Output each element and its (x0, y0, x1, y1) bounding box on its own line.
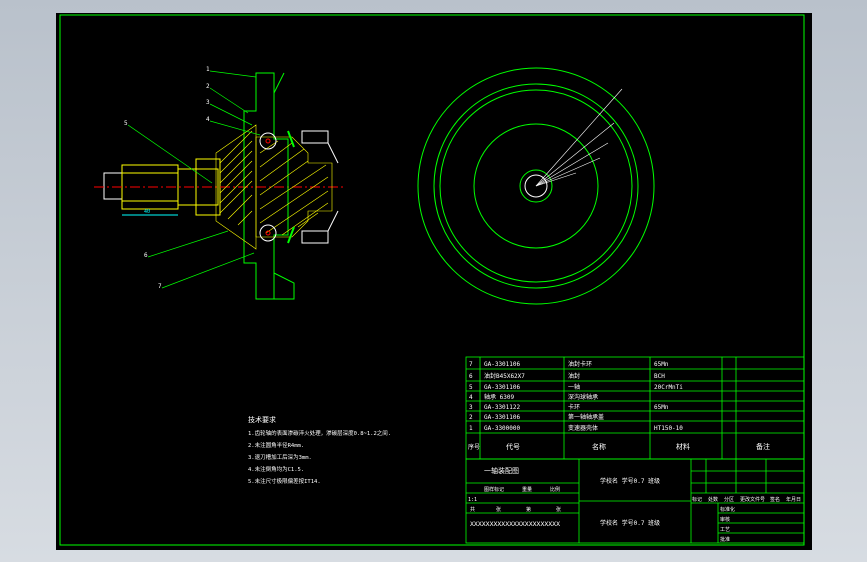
row3-code: GA-3301122 (484, 404, 521, 411)
sheet-outer-border (59, 14, 805, 546)
row2-code: GA-3301106 (484, 414, 521, 421)
balloon-6: 6 (144, 252, 148, 259)
balloon-1: 1 (206, 66, 210, 73)
left-cell-2: 处数 (708, 496, 718, 503)
tech-notes: 技术要求 1.齿轮轴的表面渗碳淬火处理，渗碳层深度0.8~1.2之间. 2.未注… (248, 415, 391, 485)
row5-material: 20CrMnTi (654, 384, 683, 391)
section-view: 40 (94, 70, 346, 300)
designer-line-1: 学校名 学号0.7 班级 (600, 477, 660, 485)
left-cell-6: 年月日 (786, 496, 801, 503)
ratio-value: 1:1 (468, 497, 477, 503)
parts-table-text: 7 GA-3301106 油封卡环 65Mn 6 油封B45X62X7 油封 B… (468, 360, 770, 451)
row5-no: 5 (469, 384, 473, 391)
tech-note-4: 4.未注倒角均为C1.5. (248, 465, 304, 473)
row7-name: 油封卡环 (568, 360, 592, 368)
header-remark: 备注 (756, 442, 770, 451)
sheet-label-3: 第 (526, 506, 531, 513)
sheet-label-4: 张 (556, 506, 561, 513)
row5-name: 一轴 (568, 383, 580, 391)
oil-seal-top (301, 130, 329, 144)
row7-material: 65Mn (654, 361, 669, 368)
left-cell-1: 标记 (692, 496, 702, 503)
row6-name: 油封 (568, 372, 580, 380)
row7-code: GA-3301106 (484, 361, 521, 368)
header-no: 序号 (468, 443, 480, 451)
balloon-4: 4 (206, 116, 210, 123)
small-header-1: 图样标记 (484, 486, 504, 493)
row5-code: GA-3301106 (484, 384, 521, 391)
row7-no: 7 (469, 361, 473, 368)
bearing-ball-top (259, 132, 277, 150)
balloon-3: 3 (206, 99, 210, 106)
row6-material: BCH (654, 373, 665, 380)
tech-note-5: 5.未注尺寸极限偏差按IT14. (248, 477, 321, 485)
end-view (417, 67, 655, 305)
leader-lines (127, 70, 261, 289)
svg-text:40: 40 (144, 209, 150, 215)
row3-no: 3 (469, 404, 473, 411)
end-view-dimensions (535, 88, 623, 187)
housing-flange (243, 72, 289, 300)
title-block-text: 一轴装配图 学校名 学号0.7 班级 学校名 学号0.7 班级 图样标记 重量 … (468, 466, 801, 543)
designer-line-2: 学校名 学号0.7 班级 (600, 519, 660, 527)
bearing-ball-bottom (259, 224, 277, 242)
row3-name: 卡环 (568, 403, 580, 411)
row1-material: HT150-10 (654, 425, 683, 432)
tech-note-1: 1.齿轮轴的表面渗碳淬火处理，渗碳层深度0.8~1.2之间. (248, 429, 391, 437)
right-label-4: 批准 (720, 536, 730, 543)
tech-note-2: 2.未注圆角半径R4mm. (248, 441, 304, 449)
row2-name: 第一轴轴承盖 (568, 413, 604, 421)
row6-code: 油封B45X62X7 (484, 372, 525, 380)
tech-notes-title: 技术要求 (248, 415, 276, 424)
drawing-name: 一轴装配图 (484, 466, 519, 475)
balloon-5: 5 (124, 120, 128, 127)
tech-note-3: 3.退刀槽加工后深为3mm. (248, 453, 312, 461)
sheet-label-2: 张 (496, 506, 501, 513)
row1-no: 1 (469, 425, 473, 432)
row1-name: 变速器壳体 (568, 424, 598, 432)
row6-no: 6 (469, 373, 473, 380)
header-material: 材料 (676, 442, 690, 451)
small-header-2: 重量 (522, 486, 532, 493)
drawing-svg: 40 1 2 3 4 5 6 7 技术要求 1.齿轮轴的表面渗碳淬火处理，渗碳层… (59, 14, 805, 546)
shaft-spline-end (103, 172, 123, 200)
small-header-3: 比例 (550, 486, 560, 493)
left-cell-4: 更改文件号 (740, 496, 765, 503)
balloon-labels: 1 2 3 4 5 6 7 (124, 66, 210, 290)
header-name: 名称 (592, 442, 606, 451)
oil-seal-bottom (301, 230, 329, 244)
row2-no: 2 (469, 414, 473, 421)
balloon-7: 7 (158, 283, 162, 290)
cad-viewport-frame: 40 1 2 3 4 5 6 7 技术要求 1.齿轮轴的表面渗碳淬火处理，渗碳层… (0, 0, 867, 562)
row3-material: 65Mn (654, 404, 669, 411)
left-cell-3: 分区 (724, 496, 734, 503)
right-label-3: 工艺 (720, 527, 730, 533)
right-label-1: 标准化 (720, 506, 735, 513)
drawing-canvas[interactable]: 40 1 2 3 4 5 6 7 技术要求 1.齿轮轴的表面渗碳淬火处理，渗碳层… (56, 13, 812, 550)
row4-name: 深沟球轴承 (568, 393, 598, 401)
serial-placeholder: XXXXXXXXXXXXXXXXXXXXXXX (470, 520, 560, 528)
row4-code: 轴承 6309 (484, 393, 514, 401)
row1-code: GA-3300000 (484, 425, 521, 432)
balloon-2: 2 (206, 83, 210, 90)
right-label-2: 审核 (720, 516, 730, 523)
left-cell-5: 签名 (770, 496, 780, 503)
header-code: 代号 (506, 442, 520, 451)
row4-no: 4 (469, 394, 473, 401)
sheet-label-1: 共 (470, 506, 475, 513)
